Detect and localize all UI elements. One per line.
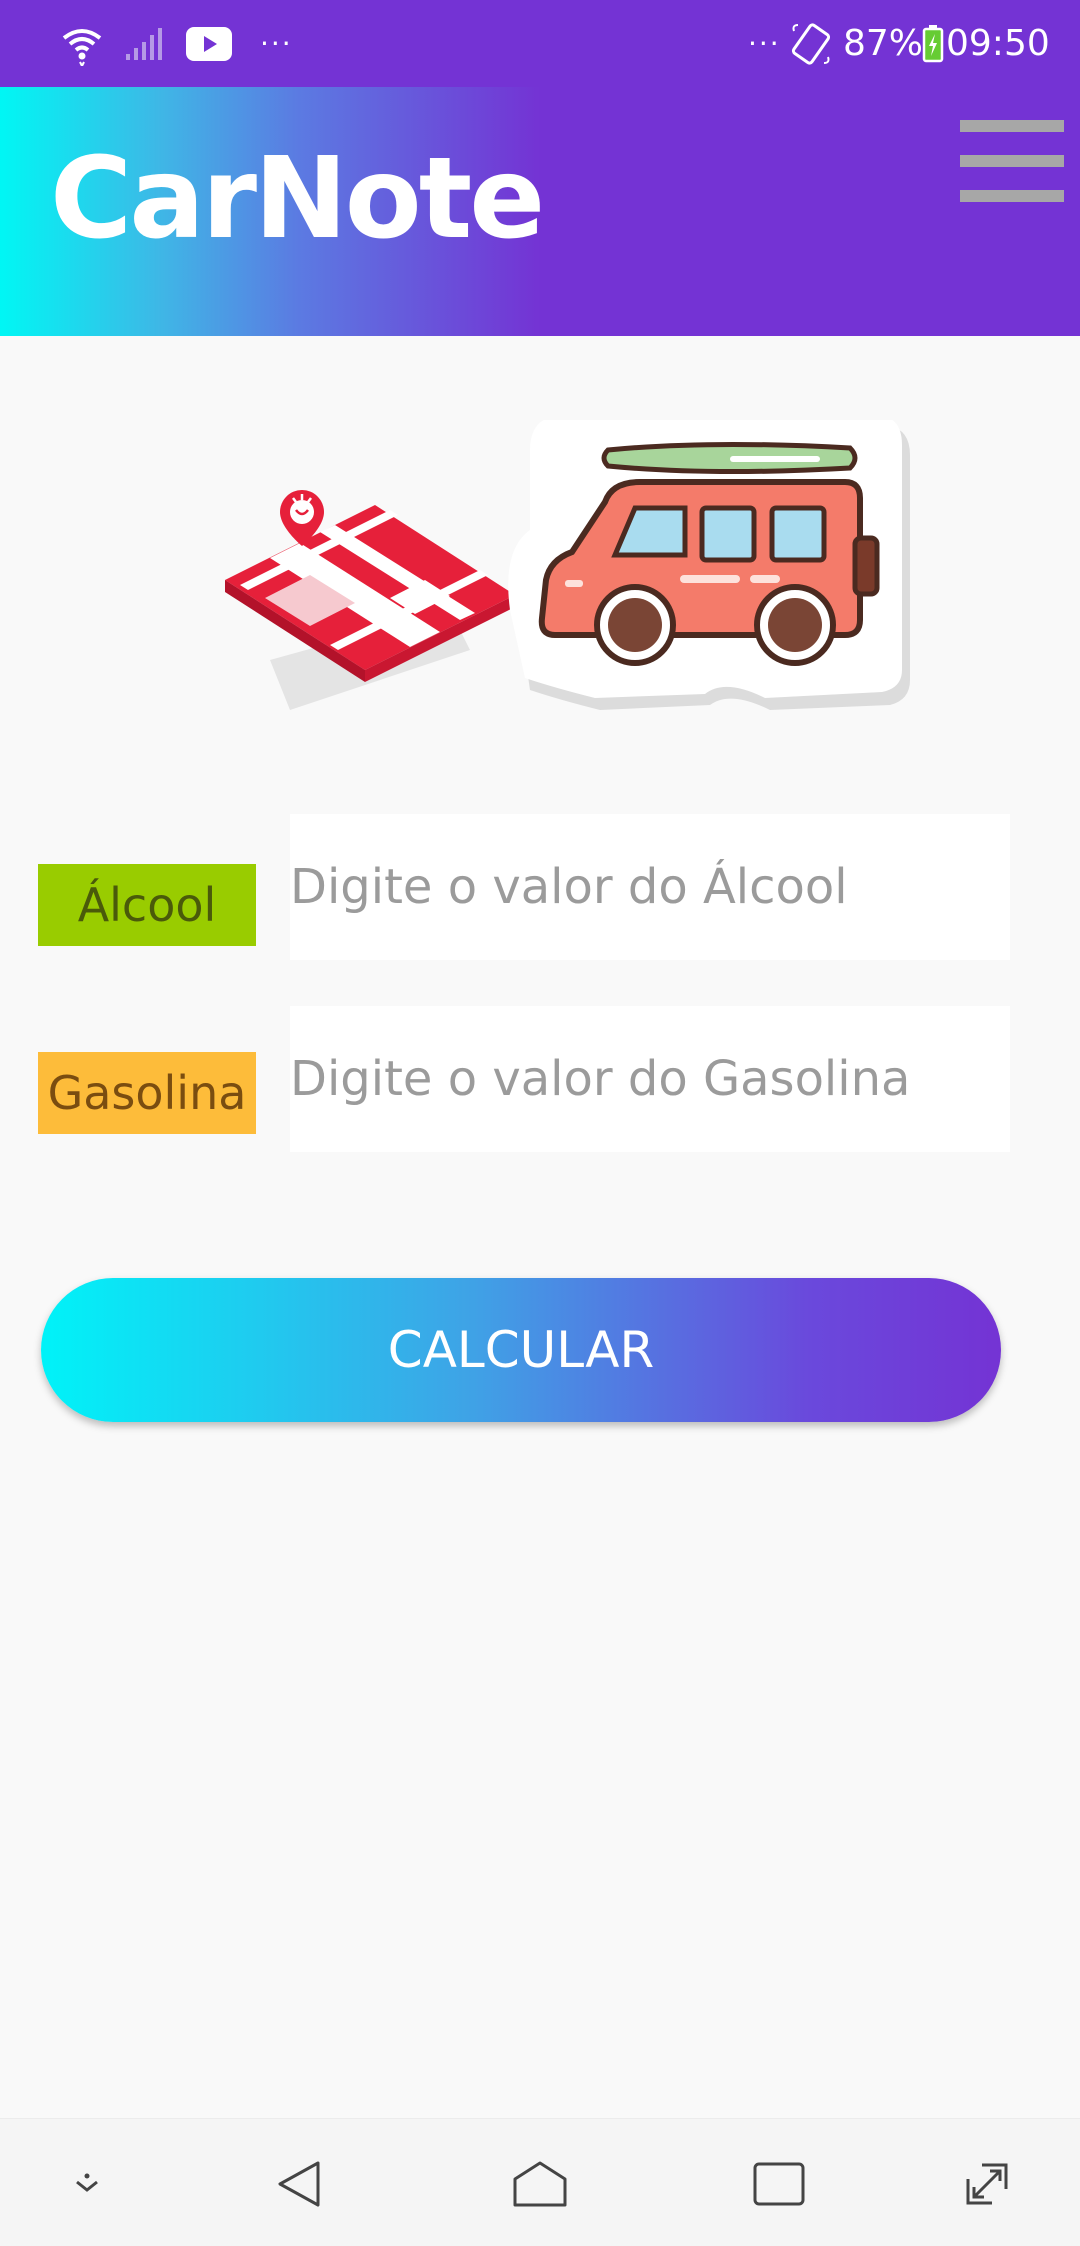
gasolina-input[interactable] [290, 1006, 1010, 1152]
hide-nav-icon[interactable] [52, 2149, 122, 2219]
wifi-icon [60, 0, 104, 87]
battery-percent: 87% [843, 23, 924, 64]
app-bar: CarNote [0, 87, 1080, 336]
youtube-icon [186, 0, 232, 87]
rotate-icon [790, 0, 832, 87]
gasolina-label: Gasolina [38, 1052, 256, 1134]
alcool-input[interactable] [290, 814, 1010, 960]
city-map-icon [225, 490, 515, 710]
header-illustration [210, 415, 920, 740]
signal-icon [124, 0, 164, 87]
clock: 09:50 [946, 23, 1050, 64]
van-icon [508, 415, 910, 710]
status-bar: ··· ··· 87% 09:50 [0, 0, 1080, 87]
status-dots: ··· [748, 27, 781, 60]
expand-icon[interactable] [952, 2149, 1022, 2219]
app-title: CarNote [50, 134, 545, 264]
notification-dots: ··· [260, 27, 293, 60]
battery-charging-icon [922, 0, 944, 87]
calculate-button[interactable]: CALCULAR [41, 1278, 1001, 1422]
home-icon[interactable] [505, 2149, 575, 2219]
back-icon[interactable] [266, 2149, 336, 2219]
navigation-bar [0, 2118, 1080, 2246]
hamburger-menu-icon[interactable] [960, 120, 1064, 202]
alcool-label: Álcool [38, 864, 256, 946]
recents-icon[interactable] [744, 2149, 814, 2219]
